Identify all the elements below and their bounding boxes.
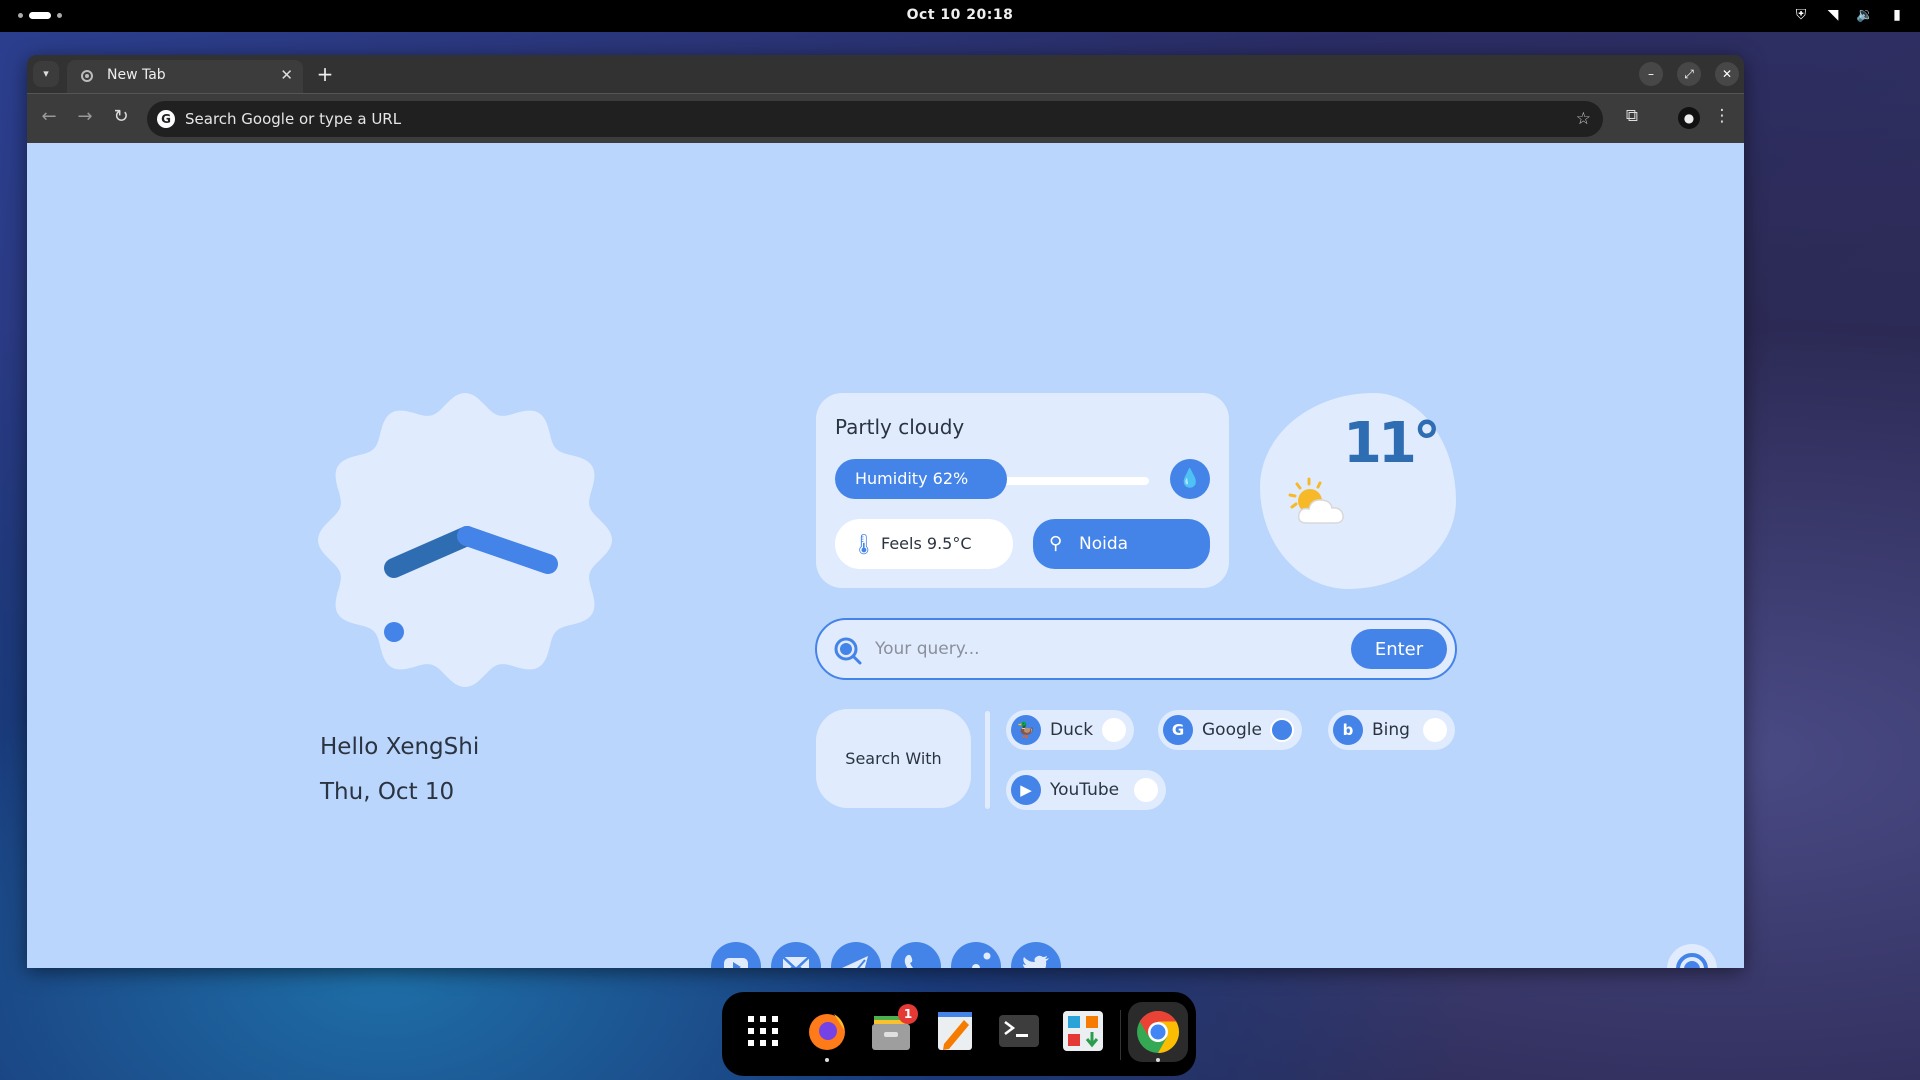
search-icon: [834, 637, 862, 665]
firefox-icon: [809, 1014, 845, 1050]
dock-software-store[interactable]: [1062, 1010, 1104, 1052]
whatsapp-icon: [904, 954, 914, 968]
engine-label: YouTube: [1050, 780, 1120, 800]
omnibox-placeholder: Search Google or type a URL: [185, 110, 402, 128]
engine-option-bing[interactable]: b Bing: [1328, 710, 1455, 750]
feels-like-chip: 🌡 Feels 9.5°C: [835, 519, 1013, 569]
dock-files[interactable]: 1: [870, 1004, 918, 1052]
shortcut-youtube[interactable]: [711, 942, 761, 968]
youtube-icon: [724, 958, 748, 968]
chrome-icon: [1137, 1011, 1180, 1053]
engine-divider: [985, 711, 990, 809]
engine-option-youtube[interactable]: ▶ YouTube: [1006, 770, 1166, 810]
second-hand-dot: [384, 622, 404, 642]
tab-new-tab[interactable]: New Tab ✕: [67, 60, 303, 93]
location-text: Noida: [1079, 534, 1129, 554]
engine-option-google[interactable]: G Google: [1158, 710, 1302, 750]
engine-radio-duck[interactable]: [1102, 718, 1126, 742]
google-icon: G: [1163, 715, 1193, 745]
terminal-icon: [999, 1015, 1039, 1047]
wifi-icon[interactable]: ◥: [1824, 7, 1842, 23]
engine-label: Google: [1202, 720, 1262, 740]
telegram-icon: [842, 956, 868, 968]
analog-clock: [314, 389, 616, 691]
tab-favicon-icon: [81, 70, 93, 82]
weather-condition: Partly cloudy: [835, 415, 965, 439]
feels-like-text: Feels 9.5°C: [881, 534, 972, 553]
running-indicator: [1156, 1058, 1160, 1062]
mail-icon: [782, 956, 810, 968]
twitter-icon: [1023, 955, 1049, 968]
forward-button[interactable]: →: [73, 106, 97, 127]
dock: 1: [722, 992, 1196, 1076]
files-badge: 1: [898, 1004, 918, 1024]
reload-button[interactable]: ↻: [109, 106, 133, 127]
engine-radio-google[interactable]: [1270, 718, 1294, 742]
close-window-button[interactable]: ✕: [1715, 62, 1739, 86]
youtube-icon: ▶: [1011, 775, 1041, 805]
dock-separator: [1120, 1010, 1121, 1060]
app-grid-icon: [748, 1016, 778, 1046]
system-tray[interactable]: ⛨ ◥ 🔉 ▮: [1792, 7, 1906, 23]
close-tab-icon[interactable]: ✕: [280, 60, 293, 90]
assistant-button[interactable]: [1667, 944, 1717, 968]
dock-text-editor[interactable]: [934, 1010, 976, 1052]
weather-card: Partly cloudy Humidity 62% 💧 🌡 Feels 9.5…: [816, 393, 1229, 588]
shortcut-reddit[interactable]: [951, 942, 1001, 968]
location-pin-icon: ⚲: [1049, 533, 1063, 554]
tab-strip: ▾ New Tab ✕ + – ⤢ ✕: [27, 55, 1744, 93]
partly-cloudy-icon: [1285, 475, 1357, 535]
location-chip[interactable]: ⚲ Noida: [1033, 519, 1210, 569]
google-icon: G: [157, 110, 175, 128]
dock-terminal[interactable]: [998, 1010, 1040, 1052]
enter-button[interactable]: Enter: [1351, 629, 1447, 669]
new-tab-page: Hello XengShi Thu, Oct 10 Partly cloudy …: [27, 143, 1744, 968]
new-tab-button[interactable]: +: [311, 59, 339, 89]
shield-icon[interactable]: ⛨: [1792, 7, 1810, 23]
engine-option-duck[interactable]: 🦆 Duck: [1006, 710, 1134, 750]
duck-icon: 🦆: [1011, 715, 1041, 745]
browser-window: ▾ New Tab ✕ + – ⤢ ✕ ← → ↻ G Search Googl…: [27, 55, 1744, 968]
minimize-button[interactable]: –: [1639, 62, 1663, 86]
engine-label: Duck: [1050, 720, 1094, 740]
dock-firefox[interactable]: [806, 1010, 848, 1052]
volume-icon[interactable]: 🔉: [1856, 7, 1874, 23]
engine-radio-bing[interactable]: [1423, 718, 1447, 742]
shortcut-whatsapp[interactable]: [891, 942, 941, 968]
shortcut-mail[interactable]: [771, 942, 821, 968]
browser-toolbar: ← → ↻ G Search Google or type a URL ☆ ⧉ …: [27, 93, 1744, 143]
profile-avatar[interactable]: ●: [1678, 107, 1700, 129]
bookmark-star-icon[interactable]: ☆: [1576, 101, 1591, 137]
menu-kebab-icon[interactable]: ⋮: [1709, 106, 1735, 126]
omnibox[interactable]: G Search Google or type a URL ☆: [147, 101, 1603, 137]
extensions-icon[interactable]: ⧉: [1619, 106, 1645, 126]
search-input[interactable]: [875, 634, 1325, 664]
dock-app-grid[interactable]: [742, 1010, 784, 1052]
back-button[interactable]: ←: [37, 106, 61, 127]
thermometer-icon: 🌡: [851, 532, 877, 556]
text-editor-icon: [938, 1012, 972, 1050]
water-drop-icon: 💧: [1170, 459, 1210, 499]
system-clock[interactable]: Oct 10 20:18: [0, 7, 1920, 23]
search-with-label: Search With: [816, 709, 971, 808]
maximize-button[interactable]: ⤢: [1677, 62, 1701, 86]
date-text: Thu, Oct 10: [320, 779, 455, 805]
search-bar: Enter: [815, 618, 1457, 680]
engine-radio-youtube[interactable]: [1134, 778, 1158, 802]
bing-icon: b: [1333, 715, 1363, 745]
software-store-icon: [1063, 1011, 1103, 1051]
greeting-text: Hello XengShi: [320, 734, 480, 760]
battery-icon[interactable]: ▮: [1888, 7, 1906, 23]
humidity-bar: Humidity 62%: [835, 459, 1007, 499]
system-top-bar: Oct 10 20:18 ⛨ ◥ 🔉 ▮: [0, 0, 1920, 32]
tab-title: New Tab: [107, 67, 166, 83]
shortcut-twitter[interactable]: [1011, 942, 1061, 968]
running-indicator: [825, 1058, 829, 1062]
dock-chrome[interactable]: [1128, 1002, 1188, 1062]
reddit-icon: [972, 952, 991, 968]
tab-search-button[interactable]: ▾: [33, 61, 59, 87]
shortcut-telegram[interactable]: [831, 942, 881, 968]
temperature-text: 11°: [1343, 411, 1441, 476]
engine-label: Bing: [1372, 720, 1410, 740]
